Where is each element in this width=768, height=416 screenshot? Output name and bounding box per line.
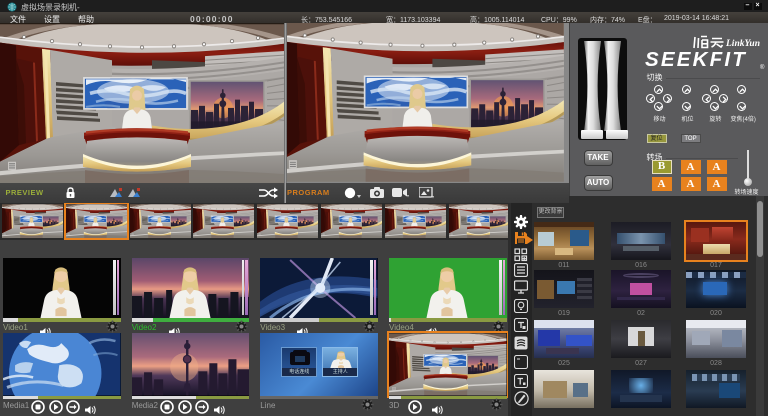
svg-text:SEEKFIT: SEEKFIT <box>645 48 747 71</box>
svg-text:®: ® <box>760 64 765 71</box>
